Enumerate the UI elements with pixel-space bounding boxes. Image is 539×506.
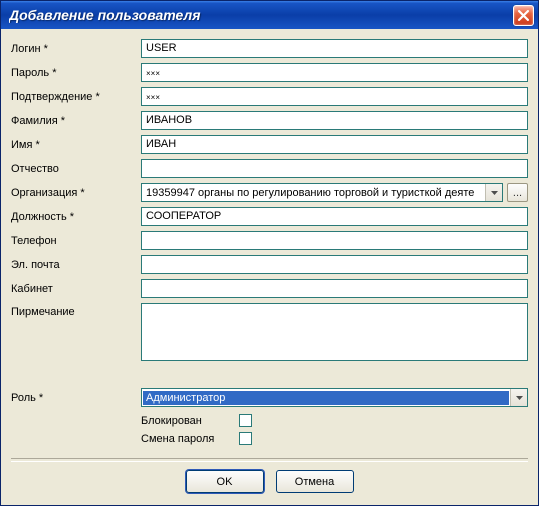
organization-select[interactable]: 19359947 органы по регулированию торгово… <box>141 183 503 202</box>
label-phone: Телефон <box>11 235 141 247</box>
add-user-dialog: Добавление пользователя Логин * USER Пар… <box>0 0 539 506</box>
label-patronymic: Отчество <box>11 163 141 175</box>
change-password-checkbox[interactable] <box>239 432 252 445</box>
role-value: Администратор <box>143 391 509 405</box>
titlebar[interactable]: Добавление пользователя <box>1 1 538 29</box>
email-input[interactable] <box>141 255 528 274</box>
close-icon <box>518 10 529 21</box>
password-input[interactable]: ××× <box>141 63 528 82</box>
role-select[interactable]: Администратор <box>141 388 528 407</box>
patronymic-input[interactable] <box>141 159 528 178</box>
room-input[interactable] <box>141 279 528 298</box>
label-lastname: Фамилия * <box>11 115 141 127</box>
form-content: Логин * USER Пароль * ××× Подтверждение … <box>1 29 538 505</box>
lastname-input[interactable]: ИВАНОВ <box>141 111 528 130</box>
label-change-pw: Смена пароля <box>141 433 239 445</box>
separator <box>11 458 528 462</box>
ok-button[interactable]: OK <box>186 470 264 493</box>
login-input[interactable]: USER <box>141 39 528 58</box>
organization-browse-button[interactable]: ... <box>507 183 528 202</box>
cancel-button[interactable]: Отмена <box>276 470 354 493</box>
label-firstname: Имя * <box>11 139 141 151</box>
chevron-down-icon <box>485 184 502 201</box>
label-note: Пирмечание <box>11 303 141 318</box>
note-textarea[interactable] <box>141 303 528 361</box>
chevron-down-icon <box>510 389 527 406</box>
label-confirm: Подтверждение * <box>11 91 141 103</box>
position-input[interactable]: СООПЕРАТОР <box>141 207 528 226</box>
firstname-input[interactable]: ИВАН <box>141 135 528 154</box>
label-blocked: Блокирован <box>141 415 239 427</box>
label-password: Пароль * <box>11 67 141 79</box>
label-position: Должность * <box>11 211 141 223</box>
label-room: Кабинет <box>11 283 141 295</box>
label-organization: Организация * <box>11 187 141 199</box>
label-role: Роль * <box>11 392 141 404</box>
label-email: Эл. почта <box>11 259 141 271</box>
close-button[interactable] <box>513 5 534 26</box>
label-login: Логин * <box>11 43 141 55</box>
window-title: Добавление пользователя <box>9 7 513 23</box>
blocked-checkbox[interactable] <box>239 414 252 427</box>
confirm-input[interactable]: ××× <box>141 87 528 106</box>
button-bar: OK Отмена <box>11 470 528 499</box>
phone-input[interactable] <box>141 231 528 250</box>
organization-value: 19359947 органы по регулированию торгово… <box>142 185 485 201</box>
